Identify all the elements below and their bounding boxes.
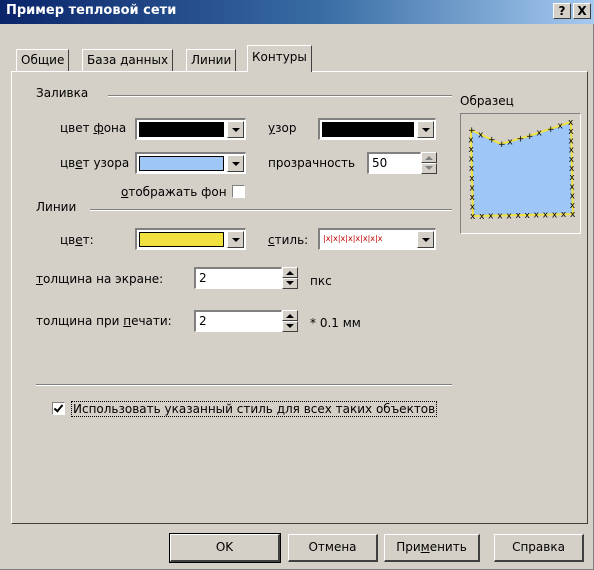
line-style-swatch: |x|x|x|x|x|x|x|x xyxy=(322,232,414,247)
sample-border-mark: + xyxy=(547,125,555,135)
help-ref-button[interactable]: Справка xyxy=(494,534,584,562)
bg-color-label: цвет фона xyxy=(60,121,127,135)
title-bar[interactable]: Пример тепловой сети ? X xyxy=(0,0,594,24)
sample-border-mark: x xyxy=(468,136,474,146)
sample-border-mark: x xyxy=(543,211,549,221)
bg-color-dropdown[interactable] xyxy=(135,118,246,140)
sample-border-mark: x xyxy=(515,211,521,221)
transparency-spinner[interactable] xyxy=(421,152,437,174)
screen-width-spinner[interactable] xyxy=(282,267,298,289)
spin-down-icon[interactable] xyxy=(282,278,298,289)
spin-down-icon[interactable] xyxy=(421,163,437,174)
pattern-color-dropdown[interactable] xyxy=(135,152,246,174)
cancel-button[interactable]: Отмена xyxy=(288,534,378,562)
print-width-unit: * 0.1 мм xyxy=(310,316,361,330)
chevron-down-icon[interactable] xyxy=(227,155,244,172)
spin-down-icon[interactable] xyxy=(282,321,298,332)
sample-border-mark: x xyxy=(469,183,475,193)
pattern-label: узор xyxy=(268,121,297,135)
sample-border-mark: + xyxy=(526,132,534,142)
sample-border-mark: x xyxy=(552,210,558,220)
sample-border-mark: + xyxy=(498,140,506,150)
print-width-input[interactable]: 2 xyxy=(194,310,282,332)
fill-group-label: Заливка xyxy=(36,86,89,100)
pattern-swatch xyxy=(322,122,414,137)
sample-border-mark: x xyxy=(469,155,475,165)
sample-border-mark: x xyxy=(558,122,564,132)
sample-border-mark: x xyxy=(537,129,543,139)
apply-separator xyxy=(36,384,452,386)
spin-up-icon[interactable] xyxy=(421,152,437,163)
sample-border-mark: x xyxy=(470,193,476,203)
screen-width-input[interactable]: 2 xyxy=(194,267,282,289)
sample-border-mark: x xyxy=(525,211,531,221)
transparency-input[interactable]: 50 xyxy=(367,152,421,174)
sample-border-mark: x xyxy=(561,210,567,220)
chevron-down-icon[interactable] xyxy=(417,121,434,138)
dialog-window: Пример тепловой сети ? X Общие База данн… xyxy=(0,0,594,570)
screen-width-unit: пкс xyxy=(310,274,332,288)
help-button[interactable]: ? xyxy=(553,3,571,19)
tab-lines[interactable]: Линии xyxy=(186,49,237,71)
bg-color-swatch xyxy=(139,122,224,137)
spin-up-icon[interactable] xyxy=(282,267,298,278)
sample-border-mark: + xyxy=(488,135,496,145)
tab-contours[interactable]: Контуры xyxy=(247,45,312,72)
sample-border-mark: x xyxy=(469,174,475,184)
pattern-color-label: цвет узора xyxy=(60,156,130,170)
print-width-spinner[interactable] xyxy=(282,310,298,332)
sample-border-mark: x xyxy=(570,210,576,220)
screen-width-label: толщина на экране: xyxy=(36,272,164,286)
print-width-label: толщина при печати: xyxy=(36,314,172,328)
line-style-sample: |x|x|x|x|x|x|x|x xyxy=(323,234,383,243)
close-button[interactable]: X xyxy=(573,3,591,19)
pattern-color-swatch xyxy=(139,156,224,171)
line-style-label: стиль: xyxy=(268,233,309,247)
sample-shape-icon: + x + + x + + x + x xxxxxxxxxxxxxxxxxxxxxxxxxxxxxx xyxy=(468,118,576,222)
apply-button[interactable]: Применить xyxy=(384,534,480,562)
sample-border-mark: x xyxy=(534,211,540,221)
show-bg-checkbox[interactable] xyxy=(232,185,245,198)
line-style-dropdown[interactable]: |x|x|x|x|x|x|x|x xyxy=(318,228,436,250)
sample-border-mark: x xyxy=(478,131,484,141)
transparency-label: прозрачность xyxy=(268,156,356,170)
show-bg-label: отображать фон xyxy=(121,185,227,199)
sample-border-mark: x xyxy=(507,137,513,147)
window-title: Пример тепловой сети xyxy=(6,3,177,18)
chevron-down-icon[interactable] xyxy=(227,231,244,248)
lines-group-label: Линии xyxy=(36,200,77,214)
ok-button[interactable]: OK xyxy=(169,533,281,563)
sample-border-mark: x xyxy=(468,145,474,155)
sample-border-mark: x xyxy=(469,164,475,174)
pattern-dropdown[interactable] xyxy=(318,118,436,140)
sample-border-mark: x xyxy=(470,212,476,222)
spin-up-icon[interactable] xyxy=(282,310,298,321)
sample-border-mark: + xyxy=(517,135,525,145)
tab-database[interactable]: База данных xyxy=(82,49,174,71)
sample-border-mark: x xyxy=(497,211,503,221)
line-color-dropdown[interactable] xyxy=(135,228,246,250)
line-color-swatch xyxy=(139,232,224,247)
fill-group-separator xyxy=(108,95,452,97)
apply-all-label[interactable]: Использовать указанный стиль для всех та… xyxy=(71,401,438,417)
sample-border-mark: x xyxy=(470,202,476,212)
sample-border-mark: x xyxy=(488,212,494,222)
apply-all-checkbox[interactable] xyxy=(52,402,65,415)
lines-group-separator xyxy=(90,209,452,211)
chevron-down-icon[interactable] xyxy=(417,231,434,248)
sample-border-mark: x xyxy=(506,211,512,221)
sample-border-mark: x xyxy=(479,212,485,222)
sample-border-mark: + xyxy=(468,126,476,136)
tab-general[interactable]: Общие xyxy=(16,49,70,71)
chevron-down-icon[interactable] xyxy=(227,121,244,138)
line-color-label: цвет: xyxy=(60,233,94,247)
sample-label: Образец xyxy=(460,94,514,108)
sample-preview: + x + + x + + x + x x x x x x x x x x x x x x x x x x x x x x x x x x x x x x x xyxy=(460,113,581,234)
